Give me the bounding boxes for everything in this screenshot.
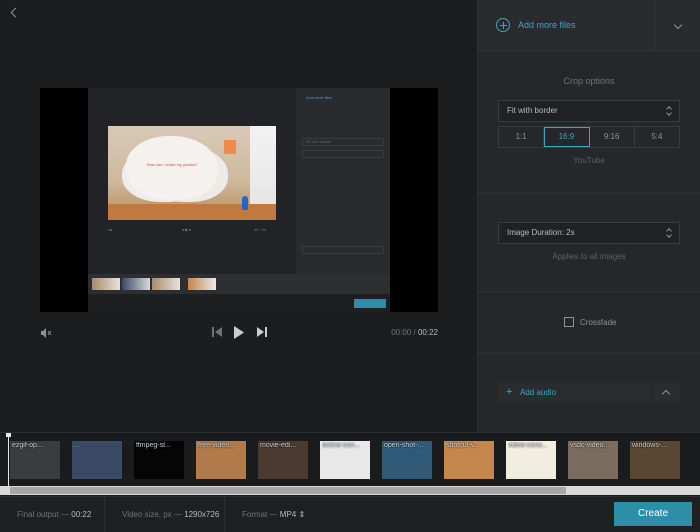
timeline-scrollbar[interactable] <box>0 486 700 495</box>
timeline-thumbnail[interactable]: video-conv... <box>506 441 556 479</box>
thumbnail-caption: open-shot-... <box>384 442 424 449</box>
thumbnail-caption: free-video... <box>198 442 235 449</box>
aspect-ratio-group: 1:1 16:9 9:16 5:4 <box>498 126 680 148</box>
speaker-muted-icon[interactable] <box>40 327 52 339</box>
timeline-thumbnail[interactable]: ffmpeg-st... <box>134 441 184 479</box>
video-preview: How can I share my photos? ◂◂ ◂ ▶ ▸ 00 /… <box>40 88 438 312</box>
select-arrows-icon <box>666 105 671 117</box>
time-display: 00:00 / 00:22 <box>391 328 438 337</box>
thumbnail-caption: video-conv... <box>508 442 548 449</box>
thumbnail-caption: movie-edi... <box>260 442 297 449</box>
format-label: Format — <box>242 510 278 519</box>
final-output: Final output — 00:22 <box>17 510 91 519</box>
ratio-5-4-button[interactable]: 5:4 <box>635 127 679 147</box>
duration-hint: Applies to all images <box>552 252 626 261</box>
crop-mode-value: Fit with border <box>507 106 558 115</box>
crossfade-section: Crossfade <box>478 292 700 354</box>
footer-divider <box>104 497 105 532</box>
image-duration-value: Image Duration: 2s <box>507 228 575 237</box>
timeline-thumbnail[interactable]: ezgif-op... <box>10 441 60 479</box>
preview-editor-screenshot: How can I share my photos? ◂◂ ◂ ▶ ▸ 00 /… <box>88 88 296 274</box>
select-arrows-icon <box>666 227 671 239</box>
crop-options-title: Crop options <box>563 76 615 86</box>
select-arrows-icon: ⇕ <box>298 510 306 519</box>
timeline-thumbnail[interactable]: shotcut-v... <box>444 441 494 479</box>
ratio-16-9-button[interactable]: 16:9 <box>544 127 590 147</box>
thumbnail-caption: ezgif-op... <box>12 442 43 449</box>
player-controls: 00:00 / 00:22 <box>40 322 438 344</box>
final-output-value: 00:22 <box>71 510 92 519</box>
format-value: MP4 <box>279 510 297 519</box>
crop-mode-select[interactable]: Fit with border <box>498 100 680 122</box>
time-separator: / <box>413 328 416 337</box>
audio-collapse-button[interactable] <box>653 383 680 403</box>
preview-mini-label: Add more files <box>302 94 384 102</box>
footer-bar: Final output — 00:22 Video size, px — 12… <box>0 496 700 532</box>
ratio-hint: YouTube <box>573 156 605 165</box>
preview-mini-controls: ◂◂ ◂ ▶ ▸ 00 / 00 <box>108 227 267 232</box>
add-more-files-button[interactable]: Add more files <box>518 20 576 30</box>
create-button[interactable]: Create <box>614 502 692 526</box>
settings-panel: Add more files Crop options Fit with bor… <box>477 0 700 432</box>
video-size: Video size, px — 1290x726 <box>122 510 219 519</box>
image-duration-select[interactable]: Image Duration: 2s <box>498 222 680 244</box>
thumbnail-caption: vsdc-video... <box>570 442 610 449</box>
thumbnail-caption: ffmpeg-st... <box>136 442 171 449</box>
skip-forward-icon[interactable] <box>257 326 267 338</box>
playhead[interactable] <box>6 433 11 491</box>
format-select[interactable]: Format — MP4 ⇕ <box>242 510 305 519</box>
thumbnail-caption: online-con... <box>322 442 361 449</box>
thumbnail-caption: ... <box>74 442 80 449</box>
crossfade-label[interactable]: Crossfade <box>580 318 616 327</box>
add-files-dropdown[interactable] <box>654 0 700 52</box>
preview-mini-merge <box>354 299 386 308</box>
timeline-thumbnail[interactable]: online-con... <box>320 441 370 479</box>
chevron-down-icon <box>673 20 683 30</box>
chevron-up-icon <box>661 389 671 399</box>
audio-section: + Add audio <box>478 354 700 432</box>
ratio-9-16-button[interactable]: 9:16 <box>590 127 635 147</box>
preview-photo: How can I share my photos? <box>108 126 276 220</box>
add-audio-button[interactable]: + Add audio <box>498 383 652 403</box>
timeline-thumbnail[interactable]: windows-... <box>630 441 680 479</box>
timeline-thumbnail[interactable]: open-shot-... <box>382 441 432 479</box>
video-size-label: Video size, px — <box>122 510 182 519</box>
preview-frame: How can I share my photos? ◂◂ ◂ ▶ ▸ 00 /… <box>88 88 390 312</box>
crop-options-section: Crop options Fit with border 1:1 16:9 9:… <box>478 52 700 194</box>
preview-mini-timeline <box>88 274 390 294</box>
add-files-section: Add more files <box>478 0 700 52</box>
add-circle-icon[interactable] <box>496 18 510 32</box>
timeline-thumbnail[interactable]: movie-edi... <box>258 441 308 479</box>
timeline-thumbnail[interactable]: free-video... <box>196 441 246 479</box>
timeline-thumbnail[interactable]: vsdc-video... <box>568 441 618 479</box>
skip-back-icon[interactable] <box>212 326 222 338</box>
duration-section: Image Duration: 2s Applies to all images <box>478 194 700 292</box>
back-icon[interactable] <box>8 6 22 20</box>
total-time: 00:22 <box>417 328 438 337</box>
timeline: ezgif-op...... ffmpeg-st... free-video... m… <box>0 432 700 496</box>
preview-mini-footer <box>88 294 390 312</box>
play-icon[interactable] <box>233 325 245 340</box>
scrollbar-thumb[interactable] <box>10 487 566 494</box>
preview-mini-select: Fit with border <box>302 138 384 146</box>
thumbnail-caption: shotcut-v... <box>446 442 480 449</box>
preview-caption: How can I share my photos? <box>146 162 198 167</box>
current-time: 00:00 <box>391 328 412 337</box>
thumbnail-caption: windows-... <box>632 442 668 449</box>
ratio-1-1-button[interactable]: 1:1 <box>499 127 545 147</box>
final-output-label: Final output — <box>17 510 70 519</box>
timeline-thumbnail[interactable]: ... <box>72 441 122 479</box>
footer-divider <box>224 497 225 532</box>
video-size-value: 1290x726 <box>184 510 220 519</box>
preview-mini-panel: Add more files Fit with border <box>296 88 390 274</box>
crossfade-checkbox[interactable] <box>564 317 574 327</box>
add-audio-label: Add audio <box>520 388 557 397</box>
plus-icon: + <box>506 386 513 398</box>
